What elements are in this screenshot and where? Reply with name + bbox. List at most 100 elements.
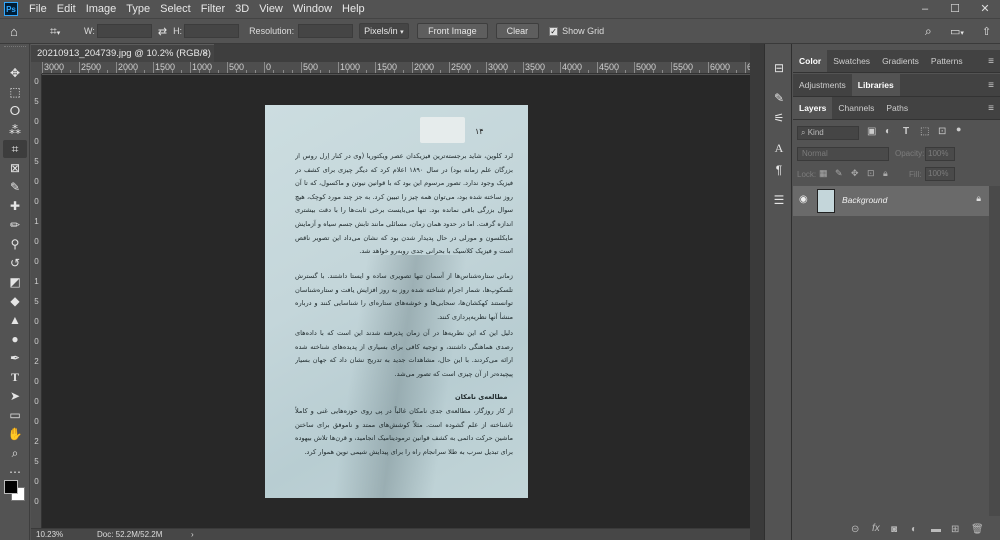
opacity-input[interactable]: 100% bbox=[925, 147, 955, 161]
brush-tool-icon[interactable]: ✏ bbox=[3, 216, 27, 234]
menu-select[interactable]: Filter bbox=[196, 0, 230, 18]
blend-mode-select[interactable]: Normal bbox=[797, 147, 889, 161]
close-document-icon[interactable]: × bbox=[202, 45, 208, 62]
lasso-tool-icon[interactable]: ⵔ bbox=[3, 102, 27, 120]
eraser-tool-icon[interactable]: ◩ bbox=[3, 273, 27, 291]
menu-type[interactable]: Select bbox=[155, 0, 196, 18]
units-select[interactable]: Pixels/in ▾ bbox=[359, 23, 410, 39]
marquee-tool-icon[interactable]: ⬚ bbox=[3, 83, 27, 101]
foreground-color-swatch[interactable] bbox=[4, 480, 18, 494]
paragraph-panel-icon[interactable]: ¶ bbox=[771, 162, 787, 178]
close-window-button[interactable]: ✕ bbox=[970, 0, 1000, 18]
eyedropper-tool-icon[interactable]: ✎ bbox=[3, 178, 27, 196]
menu-image[interactable]: Image bbox=[81, 0, 122, 18]
path-selection-tool-icon[interactable]: ➤ bbox=[3, 387, 27, 405]
pen-tool-icon[interactable]: ✒ bbox=[3, 349, 27, 367]
fill-input[interactable]: 100% bbox=[925, 167, 955, 181]
brush-panel-icon[interactable]: ✎ bbox=[771, 90, 787, 106]
adjustment-layer-icon[interactable]: ◐ bbox=[911, 524, 917, 535]
adjustments-panel-icon[interactable]: ☰ bbox=[771, 192, 787, 208]
lock-transparent-icon[interactable]: ▦ bbox=[819, 168, 828, 179]
healing-brush-tool-icon[interactable]: ✚ bbox=[3, 197, 27, 215]
rectangle-tool-icon[interactable]: ▭ bbox=[3, 406, 27, 424]
filter-adjustment-icon[interactable]: ◐ bbox=[885, 126, 891, 137]
quick-selection-tool-icon[interactable]: ⁂ bbox=[3, 121, 27, 139]
tab-swatches[interactable]: Swatches bbox=[827, 50, 876, 72]
add-mask-icon[interactable]: ◙ bbox=[891, 524, 897, 535]
lock-image-icon[interactable]: ✎ bbox=[835, 168, 843, 179]
tab-color[interactable]: Color bbox=[793, 50, 828, 72]
layers-scrollbar[interactable] bbox=[989, 186, 1000, 516]
menu-edit[interactable]: Edit bbox=[52, 0, 81, 18]
visibility-eye-icon[interactable]: ◉ bbox=[799, 194, 808, 205]
frame-tool-icon[interactable]: ⊠ bbox=[3, 159, 27, 177]
paint-bucket-tool-icon[interactable]: ◆ bbox=[3, 292, 27, 310]
share-icon[interactable]: ⇧ bbox=[982, 25, 991, 38]
document-tab[interactable]: 20210913_204739.jpg @ 10.2% (RGB/8) * × bbox=[31, 44, 214, 76]
tab-gradients[interactable]: Gradients bbox=[876, 50, 925, 72]
hand-tool-icon[interactable]: ✋ bbox=[3, 425, 27, 443]
menu-layer[interactable]: Type bbox=[121, 0, 155, 18]
toolbar-grip[interactable] bbox=[4, 46, 26, 50]
filter-shape-icon[interactable]: ⬚ bbox=[920, 126, 929, 137]
tab-libraries[interactable]: Libraries bbox=[851, 74, 900, 96]
menu-file[interactable]: File bbox=[24, 0, 52, 18]
layer-style-icon[interactable]: fx bbox=[872, 523, 880, 534]
new-group-icon[interactable]: ▬ bbox=[931, 524, 941, 535]
dodge-tool-icon[interactable]: ● bbox=[3, 330, 27, 348]
canvas-area[interactable]: ۱۴ لرد کلوین، شاید برجسته‌ترین فیزیکدان … bbox=[42, 75, 750, 528]
status-menu-arrow[interactable]: › bbox=[191, 529, 194, 540]
clone-stamp-tool-icon[interactable]: ⚲ bbox=[3, 235, 27, 253]
show-grid-checkbox[interactable]: ✓ bbox=[549, 26, 559, 36]
width-input[interactable] bbox=[96, 24, 152, 38]
panel-menu-icon[interactable]: ≡ bbox=[988, 50, 994, 73]
maximize-button[interactable]: ☐ bbox=[940, 0, 970, 18]
menu-view[interactable]: Window bbox=[288, 0, 337, 18]
crop-tool-icon[interactable]: ⌗ bbox=[3, 140, 27, 158]
horizontal-ruler[interactable]: 3000 2500 2000 1500 1000 500 0 500 1000 1500 2000 2… bbox=[42, 62, 750, 74]
blur-tool-icon[interactable]: ▲ bbox=[3, 311, 27, 329]
workspace-icon[interactable]: ▭▾ bbox=[950, 25, 964, 38]
height-input[interactable] bbox=[184, 24, 240, 38]
tab-paths[interactable]: Paths bbox=[880, 97, 914, 119]
minimize-button[interactable]: – bbox=[910, 0, 940, 18]
home-icon[interactable]: ⌂ bbox=[10, 24, 28, 39]
layer-row-background[interactable]: ◉ Background 🔒︎ bbox=[793, 186, 989, 216]
delete-layer-icon[interactable]: 🗑︎ bbox=[971, 524, 984, 535]
properties-panel-icon[interactable]: ⊟ bbox=[771, 60, 787, 76]
tab-channels[interactable]: Channels bbox=[832, 97, 880, 119]
search-icon[interactable]: ⌕ bbox=[925, 24, 932, 39]
menu-3d[interactable]: View bbox=[254, 0, 288, 18]
menu-filter[interactable]: 3D bbox=[230, 0, 254, 18]
layer-name[interactable]: Background bbox=[842, 195, 887, 205]
clear-button[interactable]: Clear bbox=[495, 23, 540, 39]
character-panel-icon[interactable]: A bbox=[771, 140, 787, 156]
lock-all-icon[interactable]: 🔒︎ bbox=[883, 168, 888, 179]
brush-settings-icon[interactable]: ⚟ bbox=[771, 110, 787, 126]
ruler-origin[interactable] bbox=[31, 62, 42, 74]
layer-filter-select[interactable]: ⌕ Kind bbox=[797, 126, 859, 140]
zoom-level[interactable]: 10.23% bbox=[36, 529, 63, 540]
link-layers-icon[interactable]: ⊝ bbox=[851, 524, 859, 535]
type-tool-icon[interactable]: T bbox=[3, 368, 27, 386]
filter-type-icon[interactable]: T bbox=[903, 126, 909, 137]
vertical-ruler[interactable]: 0 5 0 0 5 0 0 1 0 0 1 5 0 0 2 0 0 0 2 5 0 0 bbox=[31, 74, 42, 528]
zoom-tool-icon[interactable]: ⌕ bbox=[3, 444, 27, 462]
tab-patterns[interactable]: Patterns bbox=[925, 50, 969, 72]
front-image-button[interactable]: Front Image bbox=[417, 23, 488, 39]
filter-smart-object-icon[interactable]: ⊡ bbox=[938, 126, 946, 137]
edit-toolbar-icon[interactable]: ⋯ bbox=[3, 463, 27, 481]
swap-dimensions-icon[interactable]: ⇄ bbox=[158, 25, 167, 38]
panel-menu-icon[interactable]: ≡ bbox=[988, 74, 994, 97]
lock-artboard-icon[interactable]: ⊡ bbox=[867, 168, 875, 179]
lock-position-icon[interactable]: ✥ bbox=[851, 168, 859, 179]
panel-menu-icon[interactable]: ≡ bbox=[988, 97, 994, 120]
filter-toggle-icon[interactable]: ● bbox=[956, 124, 961, 134]
new-layer-icon[interactable]: ⊞ bbox=[951, 524, 959, 535]
resolution-input[interactable] bbox=[298, 24, 354, 38]
tab-adjustments[interactable]: Adjustments bbox=[793, 74, 852, 96]
tab-layers[interactable]: Layers bbox=[793, 97, 833, 119]
crop-tool-preset-icon[interactable]: ⌗▾ bbox=[50, 24, 72, 39]
menu-window[interactable]: Help bbox=[337, 0, 370, 18]
move-tool-icon[interactable]: ✥ bbox=[3, 64, 27, 82]
